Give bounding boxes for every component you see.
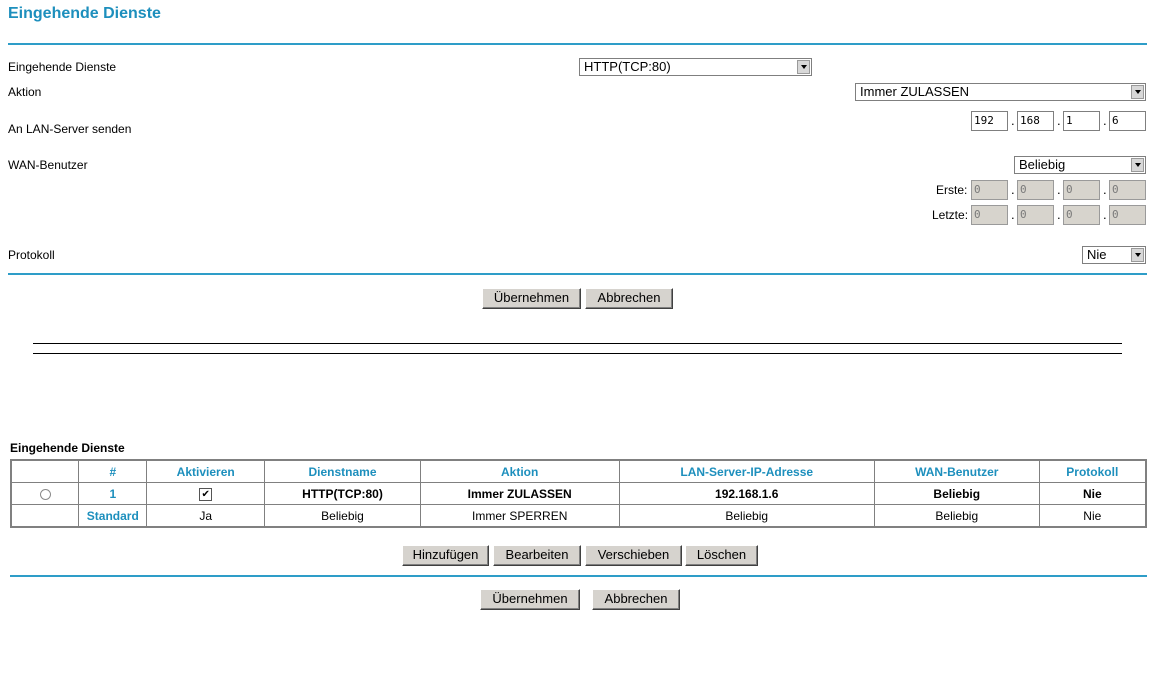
top-divider [8, 43, 1147, 45]
ip-separator: . [1103, 113, 1107, 128]
header-number: # [78, 459, 148, 483]
delete-button[interactable]: Löschen [685, 545, 758, 566]
separator-line-bottom [33, 353, 1122, 354]
separator-line-top [33, 343, 1122, 344]
cancel-button[interactable]: Abbrechen [585, 288, 673, 309]
lan-ip-octet-1[interactable]: 192 [971, 111, 1008, 131]
chevron-down-icon [1131, 158, 1144, 172]
ip-separator: . [1011, 113, 1015, 128]
move-button[interactable]: Verschieben [585, 545, 682, 566]
chevron-down-icon [797, 60, 810, 74]
default-service-name: Beliebig [264, 504, 421, 528]
service-select[interactable]: HTTP(TCP:80) [579, 58, 812, 76]
action-label: Aktion [8, 85, 42, 99]
form-divider [8, 273, 1147, 275]
lan-ip-octet-3[interactable]: 1 [1063, 111, 1100, 131]
last-ip-octet-1: 0 [971, 205, 1008, 225]
bottom-divider [10, 575, 1147, 577]
default-number: Standard [78, 504, 148, 528]
first-ip-label: Erste: [936, 183, 968, 197]
lan-server-label: An LAN-Server senden [8, 122, 132, 136]
default-log: Nie [1038, 504, 1147, 528]
row-service-name: HTTP(TCP:80) [264, 482, 421, 505]
last-ip-octet-2: 0 [1017, 205, 1054, 225]
row-log: Nie [1038, 482, 1147, 505]
header-wan-users: WAN-Benutzer [873, 459, 1040, 483]
chevron-down-icon [1131, 248, 1144, 262]
header-enable: Aktivieren [146, 459, 266, 483]
ip-separator: . [1103, 182, 1107, 197]
table-title: Eingehende Dienste [10, 441, 125, 455]
ip-separator: . [1057, 182, 1061, 197]
header-action: Aktion [419, 459, 620, 483]
default-action: Immer SPERREN [419, 504, 620, 528]
ip-separator: . [1011, 207, 1015, 222]
log-select[interactable]: Nie [1082, 246, 1146, 264]
ip-separator: . [1057, 207, 1061, 222]
default-enabled: Ja [146, 504, 266, 528]
service-select-value: HTTP(TCP:80) [584, 59, 671, 74]
services-table: # Aktivieren Dienstname Aktion LAN-Serve… [10, 459, 1147, 528]
ip-separator: . [1057, 113, 1061, 128]
row-radio[interactable] [39, 488, 51, 500]
header-service-name: Dienstname [264, 459, 421, 483]
lan-ip-octet-4[interactable]: 6 [1109, 111, 1146, 131]
ip-separator: . [1011, 182, 1015, 197]
default-select-cell [10, 504, 80, 528]
log-label: Protokoll [8, 248, 55, 262]
action-select[interactable]: Immer ZULASSEN [855, 83, 1146, 101]
action-select-value: Immer ZULASSEN [860, 84, 970, 99]
last-ip-label: Letzte: [932, 208, 969, 222]
apply-button[interactable]: Übernehmen [482, 288, 581, 309]
cancel-button-bottom[interactable]: Abbrechen [592, 589, 680, 610]
row-select-cell [10, 482, 80, 505]
first-ip-octet-3: 0 [1063, 180, 1100, 200]
header-log: Protokoll [1038, 459, 1147, 483]
enable-checkbox[interactable]: ✔ [199, 487, 213, 501]
default-wan-users: Beliebig [873, 504, 1040, 528]
page-title: Eingehende Dienste [8, 5, 161, 22]
edit-button[interactable]: Bearbeiten [493, 545, 581, 566]
default-lan-ip: Beliebig [618, 504, 875, 528]
table-row-default: Standard Ja Beliebig Immer SPERREN Belie… [10, 504, 1147, 528]
service-label: Eingehende Dienste [8, 60, 117, 74]
header-lan-ip: LAN-Server-IP-Adresse [618, 459, 875, 483]
row-wan-users: Beliebig [873, 482, 1040, 505]
row-number: 1 [78, 482, 148, 505]
row-lan-ip: 192.168.1.6 [618, 482, 875, 505]
first-ip-octet-2: 0 [1017, 180, 1054, 200]
wan-users-label: WAN-Benutzer [8, 158, 88, 172]
table-header-row: # Aktivieren Dienstname Aktion LAN-Serve… [10, 459, 1147, 483]
ip-separator: . [1103, 207, 1107, 222]
row-action: Immer ZULASSEN [419, 482, 620, 505]
apply-button-bottom[interactable]: Übernehmen [480, 589, 580, 610]
lan-ip-octet-2[interactable]: 168 [1017, 111, 1054, 131]
wan-users-select[interactable]: Beliebig [1014, 156, 1146, 174]
wan-users-select-value: Beliebig [1019, 157, 1066, 172]
add-button[interactable]: Hinzufügen [402, 545, 489, 566]
header-select [10, 459, 80, 483]
table-row: 1 ✔ HTTP(TCP:80) Immer ZULASSEN 192.168.… [10, 482, 1147, 505]
chevron-down-icon [1131, 85, 1144, 99]
last-ip-octet-3: 0 [1063, 205, 1100, 225]
last-ip-octet-4: 0 [1109, 205, 1146, 225]
first-ip-octet-1: 0 [971, 180, 1008, 200]
row-enable-cell: ✔ [146, 482, 266, 505]
first-ip-octet-4: 0 [1109, 180, 1146, 200]
